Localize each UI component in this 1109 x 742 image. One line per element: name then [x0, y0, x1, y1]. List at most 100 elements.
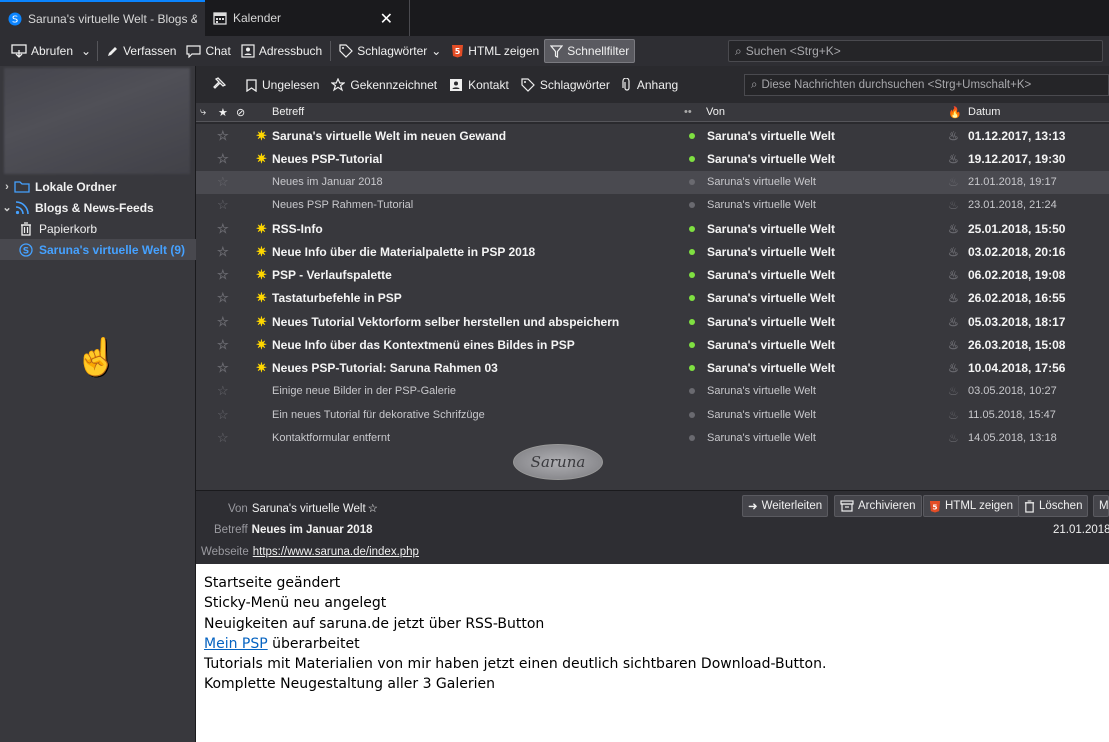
pointing-hand-icon: ☝	[74, 336, 119, 377]
tab-bar: S Saruna's virtuelle Welt - Blogs & Kale…	[0, 0, 1109, 36]
message-row[interactable]: ☆ ✷ Neues Tutorial Vektorform selber herst…	[196, 310, 1109, 333]
from-value[interactable]: Saruna's virtuelle Welt	[252, 503, 366, 515]
message-row[interactable]: ☆ ✷ Neues PSP-Tutorial: Saruna Rahmen 03 Sa…	[196, 357, 1109, 380]
message-subject: Neues im Januar 2018	[272, 176, 383, 188]
filter-attachment-button[interactable]: Anhang	[616, 73, 684, 97]
star-icon[interactable]: ☆	[217, 360, 229, 376]
message-row[interactable]: ☆ Kontaktformular entfernt Saruna's virtue…	[196, 426, 1109, 449]
message-from: Saruna's virtuelle Welt	[707, 361, 836, 375]
message-row[interactable]: ☆ Neues im Januar 2018 Saruna's virtuelle …	[196, 170, 1109, 194]
star-icon[interactable]: ☆	[217, 151, 229, 167]
read-status-dot[interactable]	[689, 179, 695, 185]
paperclip-icon	[622, 78, 632, 92]
message-date: 14.05.2018, 13:18	[968, 431, 1057, 444]
search-input[interactable]: ⌕ Suchen <Strg+K>	[728, 40, 1103, 62]
star-icon[interactable]: ☆	[217, 244, 229, 260]
star-icon[interactable]: ☆	[217, 337, 229, 353]
read-status-dot[interactable]	[689, 365, 695, 371]
read-status-dot[interactable]	[689, 434, 695, 441]
addressbook-label: Adressbuch	[258, 44, 323, 58]
mein-psp-link[interactable]: Mein PSP	[204, 636, 268, 652]
message-subject: Einige neue Bilder in der PSP-Galerie	[272, 385, 457, 398]
archive-button[interactable]: Archivieren	[834, 495, 922, 517]
chevron-down-icon[interactable]: ⌄	[0, 201, 14, 214]
star-column-icon[interactable]: ★	[218, 106, 228, 119]
star-icon[interactable]: ☆	[217, 314, 229, 330]
message-row[interactable]: ☆ ✷ Tastaturbefehle in PSP Saruna's virtuel…	[196, 287, 1109, 310]
filter-starred-button[interactable]: Gekennzeichnet	[325, 73, 443, 97]
search-placeholder: Suchen <Strg+K>	[745, 44, 841, 58]
message-subject: Ein neues Tutorial für dekorative Schrif…	[272, 408, 485, 421]
star-icon[interactable]: ☆	[217, 407, 229, 423]
search-icon: ⌕	[735, 43, 742, 58]
folder-local-folders[interactable]: › Lokale Ordner	[0, 176, 196, 197]
star-icon[interactable]: ☆	[217, 174, 229, 190]
chat-button[interactable]: Chat	[181, 39, 235, 63]
read-status-dot[interactable]	[689, 318, 695, 325]
read-status-dot[interactable]	[689, 132, 695, 139]
chevron-right-icon[interactable]: ›	[0, 181, 14, 193]
message-row[interactable]: ☆ ✷ Neue Info über das Kontextmenü eines B…	[196, 333, 1109, 356]
folder-saruna-feed[interactable]: S Saruna's virtuelle Welt (9)	[0, 239, 196, 260]
quickfilter-bar: Ungelesen Gekennzeichnet Kontakt Schlagw…	[196, 70, 1109, 100]
star-icon[interactable]: ☆	[217, 197, 229, 213]
read-status-dot[interactable]	[689, 202, 695, 209]
close-icon[interactable]: ✕	[380, 9, 393, 29]
star-icon[interactable]: ☆	[368, 503, 378, 515]
filter-tags-button[interactable]: Schlagwörter	[515, 73, 616, 97]
tab-saruna-feed[interactable]: S Saruna's virtuelle Welt - Blogs &	[0, 0, 205, 36]
thread-column-icon[interactable]: ⤷	[200, 106, 206, 119]
folder-blogs-feeds[interactable]: ⌄ Blogs & News-Feeds	[0, 197, 196, 218]
addressbook-button[interactable]: Adressbuch	[236, 39, 327, 63]
html-toggle-button[interactable]: 5 HTML zeigen	[446, 39, 544, 63]
read-status-dot[interactable]	[689, 411, 695, 418]
star-icon[interactable]: ☆	[217, 383, 229, 399]
message-row[interactable]: ☆ ✷ PSP - Verlaufspalette Saruna's virtuell…	[196, 264, 1109, 287]
more-button[interactable]: M	[1093, 495, 1109, 517]
get-messages-dropdown[interactable]: ⌄	[78, 39, 94, 63]
message-row[interactable]: ☆ Ein neues Tutorial für dekorative Schri…	[196, 403, 1109, 426]
delete-button[interactable]: Löschen	[1018, 495, 1089, 517]
read-status-dot[interactable]	[689, 341, 695, 348]
write-button[interactable]: Verfassen	[101, 39, 181, 63]
message-row[interactable]: ☆ ✷ Neues PSP-Tutorial Saruna's virtuelle W…	[196, 147, 1109, 170]
tags-button[interactable]: Schlagwörter ⌄	[334, 39, 446, 63]
read-status-dot[interactable]	[689, 248, 695, 255]
forward-button[interactable]: ➜ Weiterleiten	[742, 495, 829, 517]
message-row[interactable]: ☆ ✷ RSS-Info Saruna's virtuelle Welt ♨ 25.01.…	[196, 217, 1109, 240]
get-messages-button[interactable]: Abrufen	[6, 39, 78, 63]
html-view-button[interactable]: 5 HTML zeigen	[923, 495, 1019, 517]
filter-contact-button[interactable]: Kontakt	[443, 73, 515, 97]
read-status-dot[interactable]	[689, 155, 695, 162]
sticky-pin-button[interactable]	[206, 73, 240, 97]
quickfilter-button[interactable]: Schnellfilter	[544, 39, 636, 63]
attachment-column-icon[interactable]: ⊘	[236, 106, 245, 119]
star-icon[interactable]: ☆	[217, 128, 229, 144]
message-search-input[interactable]: ⌕ Diese Nachrichten durchsuchen <Strg+Um…	[744, 74, 1109, 96]
read-status-dot[interactable]	[689, 388, 695, 395]
read-status-column-icon[interactable]: ••	[684, 106, 692, 118]
message-date: 06.02.2018, 19:08	[968, 268, 1066, 282]
star-icon[interactable]: ☆	[217, 221, 229, 237]
column-date[interactable]: Datum	[968, 106, 1000, 118]
folder-trash[interactable]: Papierkorb	[0, 218, 196, 239]
star-icon[interactable]: ☆	[217, 267, 229, 283]
column-subject[interactable]: Betreff	[272, 106, 304, 118]
flame-icon[interactable]: 🔥	[948, 106, 962, 119]
read-status-dot[interactable]	[689, 225, 695, 232]
trash-icon	[18, 221, 34, 236]
message-row[interactable]: ☆ ✷ Neue Info über die Materialpalette in …	[196, 240, 1109, 263]
read-status-dot[interactable]	[689, 272, 695, 278]
website-link[interactable]: https://www.saruna.de/index.php	[253, 546, 419, 558]
filter-unread-button[interactable]: Ungelesen	[240, 73, 325, 97]
tab-calendar[interactable]: Kalender ✕	[205, 0, 410, 36]
message-row[interactable]: ☆ Neues PSP Rahmen-Tutorial Saruna's virtu…	[196, 194, 1109, 217]
message-row[interactable]: ☆ Einige neue Bilder in der PSP-Galerie Sa…	[196, 380, 1109, 403]
star-icon[interactable]: ☆	[217, 430, 229, 446]
message-from: Saruna's virtuelle Welt	[707, 268, 836, 282]
search-icon: ⌕	[751, 78, 758, 91]
read-status-dot[interactable]	[689, 295, 695, 302]
message-row[interactable]: ☆ ✷ Saruna's virtuelle Welt im neuen Gewan…	[196, 124, 1109, 147]
star-icon[interactable]: ☆	[217, 290, 229, 306]
column-from[interactable]: Von	[706, 106, 725, 118]
